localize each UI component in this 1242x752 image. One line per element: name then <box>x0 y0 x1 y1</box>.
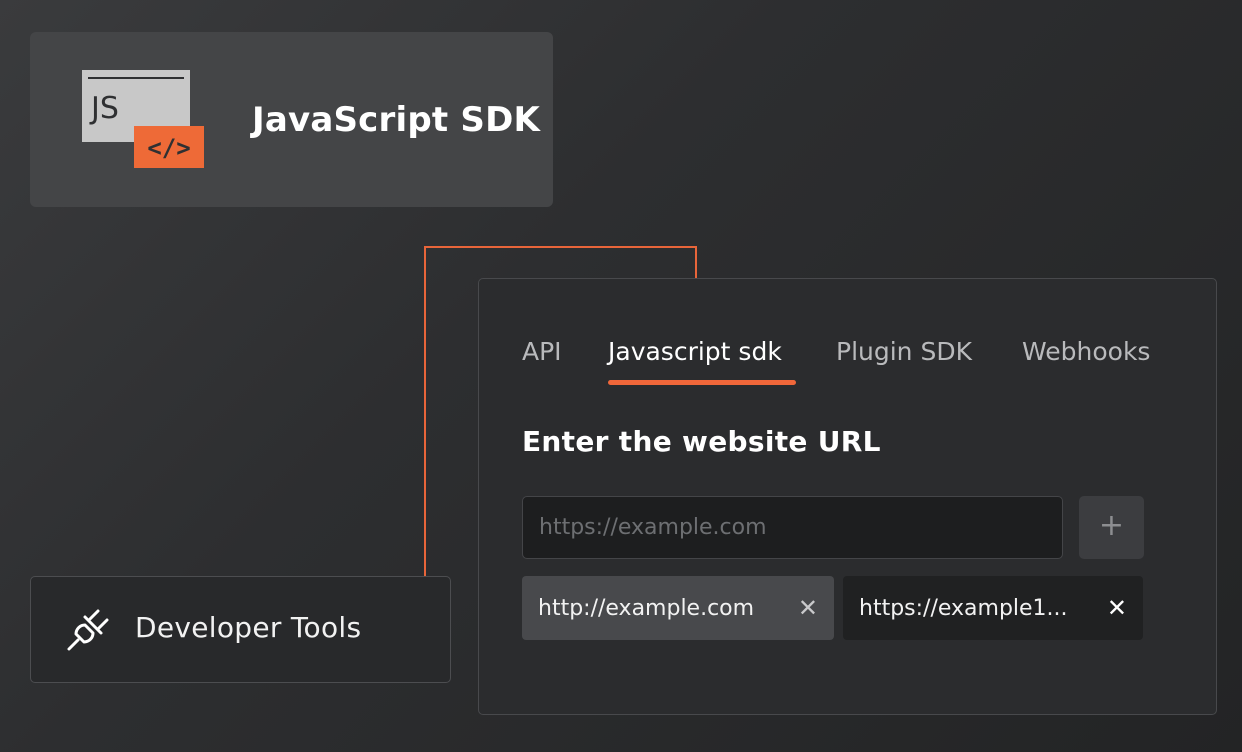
close-icon[interactable]: ✕ <box>1099 594 1127 622</box>
url-heading: Enter the website URL <box>522 425 881 458</box>
tab-api[interactable]: API <box>522 337 562 366</box>
url-chip: http://example.com ✕ <box>522 576 834 640</box>
svg-text:</>: </> <box>147 134 190 162</box>
tab-plugin-sdk[interactable]: Plugin SDK <box>836 337 972 366</box>
plus-icon: + <box>1098 508 1125 543</box>
plug-disconnect-icon <box>67 609 109 651</box>
sdk-panel: API Javascript sdk Plugin SDK Webhooks E… <box>478 278 1217 715</box>
tab-webhooks[interactable]: Webhooks <box>1022 337 1150 366</box>
js-code-icon: JS </> <box>82 70 204 168</box>
active-tab-indicator <box>608 380 796 385</box>
javascript-sdk-card: JS </> JavaScript SDK <box>30 32 553 207</box>
add-url-button[interactable]: + <box>1079 496 1144 559</box>
developer-tools-label: Developer Tools <box>135 611 362 644</box>
svg-text:JS: JS <box>89 91 119 126</box>
url-input[interactable] <box>522 496 1063 559</box>
sdk-title: JavaScript SDK <box>252 100 541 140</box>
url-chip-label: http://example.com <box>538 595 755 621</box>
url-chip-label: https://example1... <box>859 595 1068 621</box>
developer-tools-card[interactable]: Developer Tools <box>30 576 451 683</box>
close-icon[interactable]: ✕ <box>790 594 818 622</box>
tab-javascript-sdk[interactable]: Javascript sdk <box>608 337 782 366</box>
url-chip: https://example1... ✕ <box>843 576 1143 640</box>
